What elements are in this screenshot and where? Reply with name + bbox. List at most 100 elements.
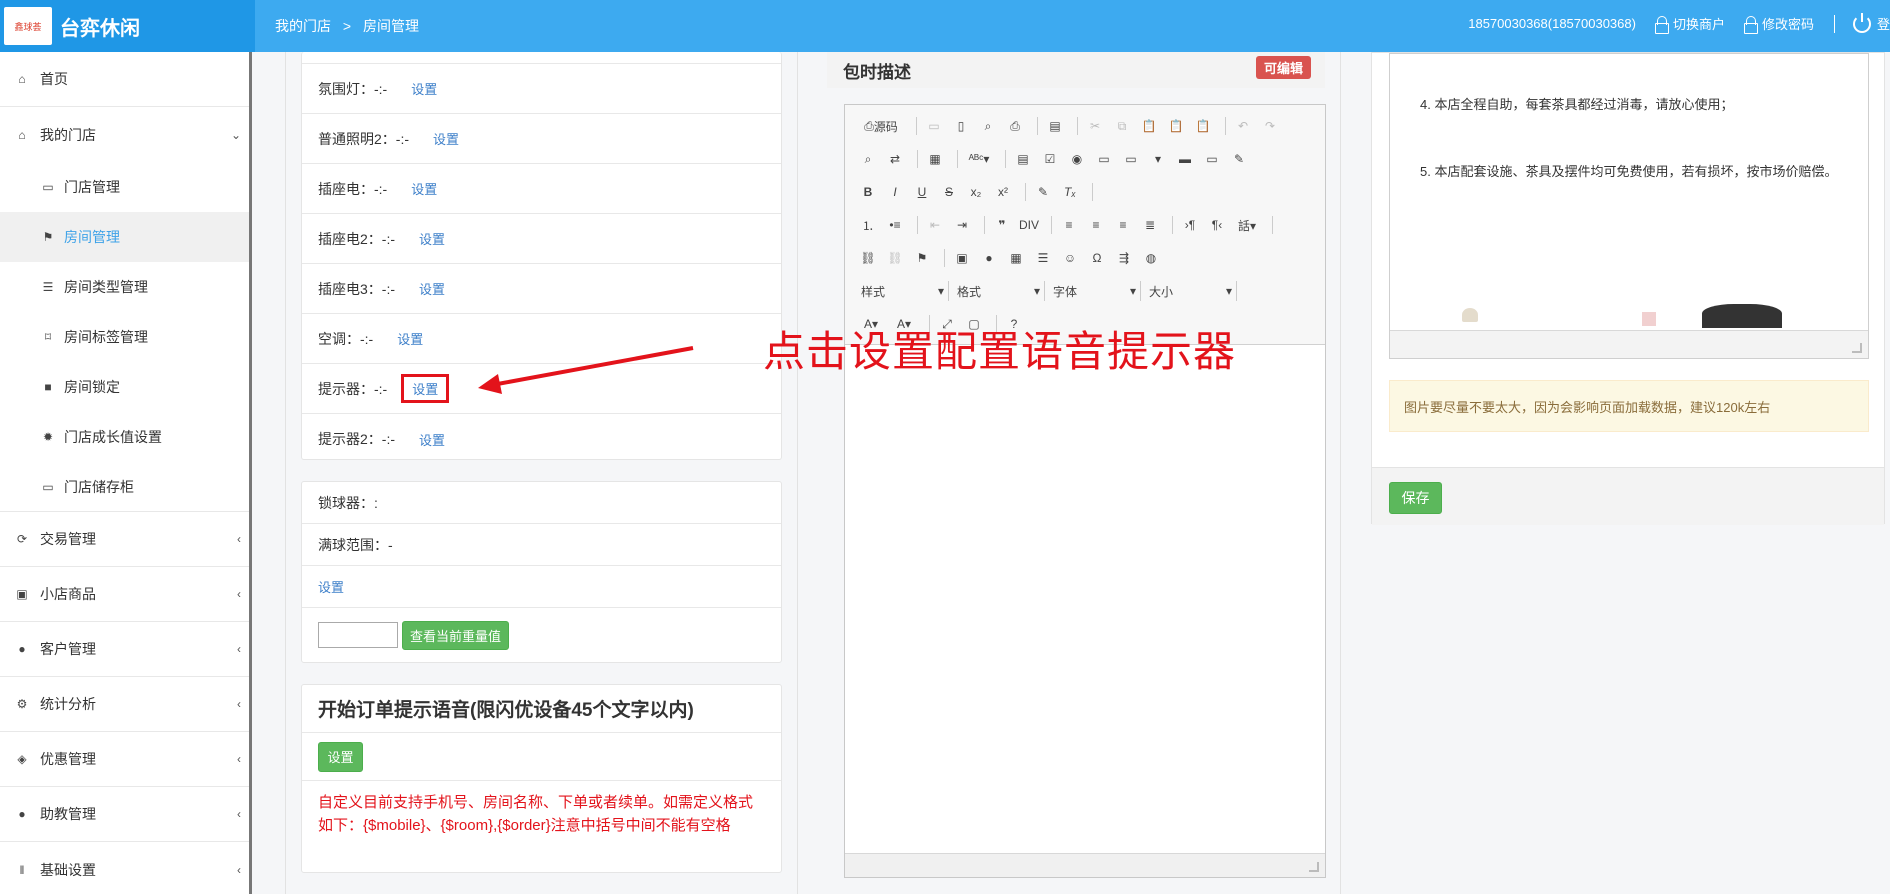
unlink-icon[interactable]: ⛓: [884, 248, 906, 268]
sidebar-item-customer[interactable]: ● 客户管理 ‹: [0, 622, 249, 677]
format-select[interactable]: 格式 ▾: [953, 281, 1045, 301]
print-icon[interactable]: ⎙: [1004, 116, 1026, 136]
sidebar-sub-store-manage[interactable]: ▭ 门店管理: [0, 162, 249, 212]
device-set-link[interactable]: 设置: [419, 279, 445, 298]
cut-icon[interactable]: ✂: [1084, 116, 1106, 136]
save-icon[interactable]: ▭: [923, 116, 945, 136]
change-password-button[interactable]: 修改密码: [1743, 14, 1814, 34]
sidebar-item-shop[interactable]: ▣ 小店商品 ‹: [0, 567, 249, 622]
form-icon[interactable]: ▤: [1012, 149, 1034, 169]
indent-icon[interactable]: ⇥: [951, 215, 973, 235]
align-right-icon[interactable]: ≡: [1112, 215, 1134, 235]
sidebar-item-promo[interactable]: ◈ 优惠管理 ‹: [0, 732, 249, 787]
underline-icon[interactable]: U: [911, 182, 933, 202]
strike-icon[interactable]: S: [938, 182, 960, 202]
resize-icon[interactable]: [1852, 343, 1862, 353]
style-select[interactable]: 样式 ▾: [857, 281, 949, 301]
select-icon[interactable]: ▾: [1147, 149, 1169, 169]
source-button[interactable]: ⎙ 源码: [857, 116, 905, 136]
iframe-icon[interactable]: ◍: [1140, 248, 1162, 268]
select-all-icon[interactable]: ▦: [924, 149, 946, 169]
paste-icon[interactable]: 📋: [1138, 116, 1160, 136]
prompter-set-link[interactable]: 设置: [401, 374, 450, 403]
horizontal-line-icon[interactable]: ☰: [1032, 248, 1054, 268]
device-set-link[interactable]: 设置: [433, 129, 459, 148]
save-button[interactable]: 保存: [1389, 482, 1442, 514]
image-icon[interactable]: ▣: [951, 248, 973, 268]
table-icon[interactable]: ▦: [1005, 248, 1027, 268]
sidebar-sub-room-tag[interactable]: ⌑ 房间标签管理: [0, 312, 249, 362]
device-set-link[interactable]: 设置: [419, 229, 445, 248]
align-left-icon[interactable]: ≡: [1058, 215, 1080, 235]
new-page-icon[interactable]: ▯: [950, 116, 972, 136]
weight-input[interactable]: [318, 622, 398, 648]
paste-text-icon[interactable]: 📋: [1165, 116, 1187, 136]
superscript-icon[interactable]: x²: [992, 182, 1014, 202]
description-preview[interactable]: 4. 本店全程自助，每套茶具都经过消毒，请放心使用； 5. 本店配套设施、茶具及…: [1389, 53, 1869, 359]
remove-format-icon[interactable]: Tₓ: [1059, 182, 1081, 202]
subscript-icon[interactable]: x₂: [965, 182, 987, 202]
brand[interactable]: 鑫球荟 台弈休闲: [0, 0, 255, 52]
ltr-icon[interactable]: ›¶: [1179, 215, 1201, 235]
breadcrumb-parent[interactable]: 我的门店: [275, 18, 331, 34]
bulleted-list-icon[interactable]: •≡: [884, 215, 906, 235]
link-icon[interactable]: ⛓: [857, 248, 879, 268]
copy-icon[interactable]: ⧉: [1111, 116, 1133, 136]
outdent-icon[interactable]: ⇤: [924, 215, 946, 235]
sidebar-item-basic[interactable]: ‖ 基础设置 ‹: [0, 842, 249, 894]
image-button-icon[interactable]: ▭: [1201, 149, 1223, 169]
spellcheck-icon[interactable]: ᴬᴮᶜ▾: [964, 149, 994, 169]
textarea-icon[interactable]: ▭: [1120, 149, 1142, 169]
find-icon[interactable]: ⌕: [857, 149, 879, 169]
template-icon[interactable]: ▤: [1044, 116, 1066, 136]
device-set-link[interactable]: 设置: [411, 179, 437, 198]
align-center-icon[interactable]: ≡: [1085, 215, 1107, 235]
order-voice-set-button[interactable]: 设置: [318, 741, 363, 772]
anchor-icon[interactable]: ⚑: [911, 248, 933, 268]
redo-icon[interactable]: ↷: [1259, 116, 1281, 136]
blockquote-icon[interactable]: ❞: [991, 215, 1013, 235]
replace-icon[interactable]: ⇄: [884, 149, 906, 169]
sidebar-sub-locker[interactable]: ▭ 门店储存柜: [0, 462, 249, 512]
language-icon[interactable]: 話▾: [1233, 215, 1261, 235]
copy-format-icon[interactable]: ✎: [1032, 182, 1054, 202]
device-set-link[interactable]: 设置: [411, 79, 437, 98]
size-select[interactable]: 大小 ▾: [1145, 281, 1237, 301]
power-icon[interactable]: [1852, 12, 1871, 33]
hidden-field-icon[interactable]: ✎: [1228, 149, 1250, 169]
button-icon[interactable]: ▬: [1174, 149, 1196, 169]
editor-content-area[interactable]: [845, 345, 1325, 853]
font-select[interactable]: 字体 ▾: [1049, 281, 1141, 301]
special-char-icon[interactable]: Ω: [1086, 248, 1108, 268]
sidebar-item-stats[interactable]: ⚙ 统计分析 ‹: [0, 677, 249, 732]
undo-icon[interactable]: ↶: [1232, 116, 1254, 136]
div-icon[interactable]: DIV: [1018, 215, 1040, 235]
sidebar-item-assistant[interactable]: ● 助教管理 ‹: [0, 787, 249, 842]
sidebar-item-my-store[interactable]: ⌂ 我的门店 ⌄: [0, 107, 249, 162]
ball-lock-set-link[interactable]: 设置: [318, 577, 344, 596]
page-break-icon[interactable]: ⇶: [1113, 248, 1135, 268]
textfield-icon[interactable]: ▭: [1093, 149, 1115, 169]
sidebar-sub-room-type[interactable]: ☰ 房间类型管理: [0, 262, 249, 312]
device-set-link[interactable]: 设置: [397, 329, 423, 348]
bold-icon[interactable]: B: [857, 182, 879, 202]
sidebar-sub-growth[interactable]: ✹ 门店成长值设置: [0, 412, 249, 462]
checkbox-icon[interactable]: ☑: [1039, 149, 1061, 169]
italic-icon[interactable]: I: [884, 182, 906, 202]
sidebar-item-trade[interactable]: ⟳ 交易管理 ‹: [0, 512, 249, 567]
flash-icon[interactable]: ●: [978, 248, 1000, 268]
paste-word-icon[interactable]: 📋: [1192, 116, 1214, 136]
check-weight-button[interactable]: 查看当前重量值: [402, 620, 509, 650]
sidebar-sub-room-manage[interactable]: ⚑ 房间管理: [0, 212, 249, 262]
numbered-list-icon[interactable]: ⒈: [857, 215, 879, 235]
sidebar-sub-room-lock[interactable]: ■ 房间锁定: [0, 362, 249, 412]
preview-icon[interactable]: ⌕: [977, 116, 999, 136]
logout-button[interactable]: 登: [1877, 14, 1890, 33]
align-justify-icon[interactable]: ≣: [1139, 215, 1161, 235]
smiley-icon[interactable]: ☺: [1059, 248, 1081, 268]
switch-merchant-button[interactable]: 切换商户: [1654, 14, 1725, 34]
sidebar-item-home[interactable]: ⌂ 首页: [0, 52, 249, 107]
rtl-icon[interactable]: ¶‹: [1206, 215, 1228, 235]
radio-icon[interactable]: ◉: [1066, 149, 1088, 169]
resize-icon[interactable]: [1309, 862, 1319, 872]
